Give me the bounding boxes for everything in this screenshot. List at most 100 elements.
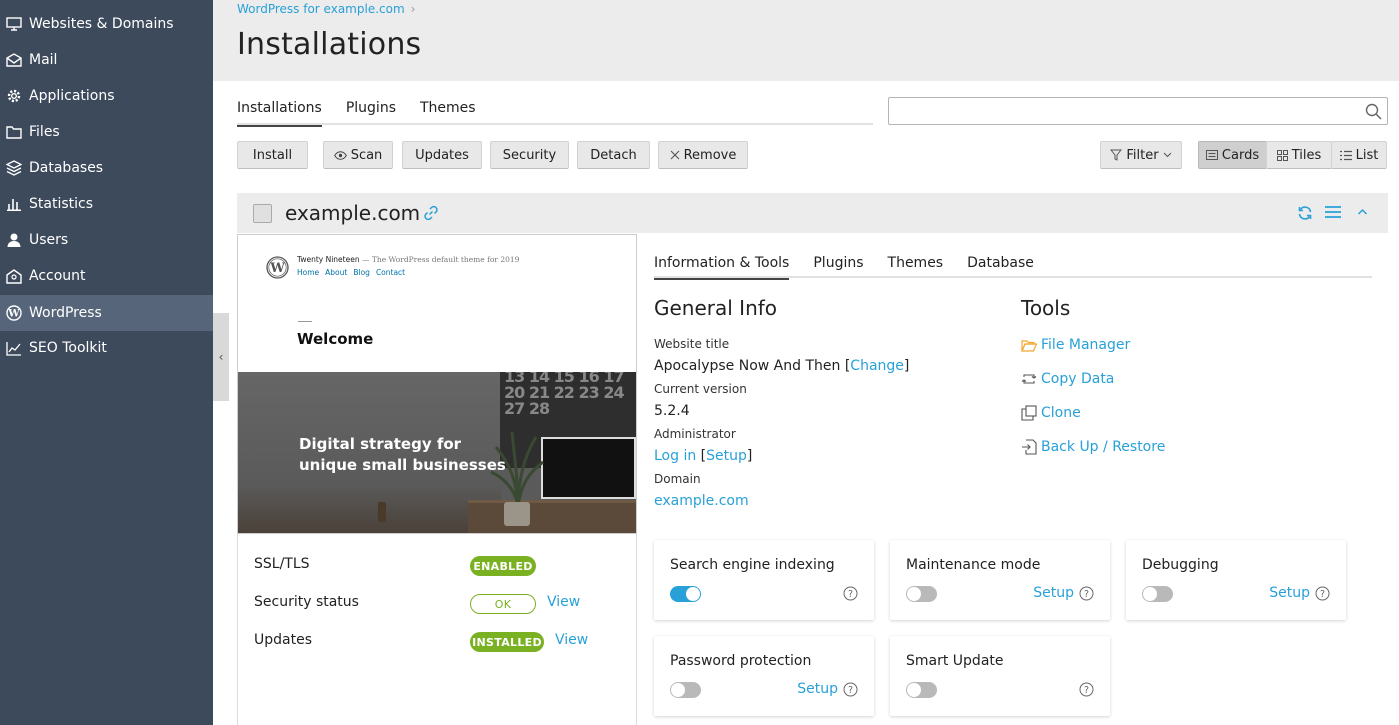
tile-smart-update: Smart Update ? xyxy=(890,636,1110,716)
tab-installations[interactable]: Installations xyxy=(237,97,322,127)
sidebar-item-seo-toolkit[interactable]: SEO Toolkit xyxy=(0,330,213,366)
preview-nav-blog: Blog xyxy=(353,268,370,277)
main-tabs: Installations Plugins Themes xyxy=(237,97,873,127)
preview-welcome: Welcome xyxy=(297,330,374,348)
help-icon[interactable]: ? xyxy=(1079,682,1094,697)
list-icon xyxy=(1339,150,1352,161)
sidebar-item-mail[interactable]: Mail xyxy=(0,42,213,78)
svg-text:?: ? xyxy=(1084,685,1089,696)
tab-card-themes[interactable]: Themes xyxy=(888,250,944,278)
sidebar-item-applications[interactable]: Applications xyxy=(0,78,213,114)
help-icon[interactable]: ? xyxy=(843,682,858,697)
sidebar-item-files[interactable]: Files xyxy=(0,114,213,150)
svg-text:W: W xyxy=(7,309,20,320)
search-icon[interactable] xyxy=(1365,103,1382,120)
help-icon[interactable]: ? xyxy=(1315,586,1330,601)
tile-title: Smart Update xyxy=(906,653,1004,669)
tile-title: Password protection xyxy=(670,653,812,669)
help-icon[interactable]: ? xyxy=(843,586,858,601)
sidebar-item-label: Mail xyxy=(29,52,58,68)
debugging-setup-link[interactable]: Setup xyxy=(1269,585,1310,601)
copy-data-icon xyxy=(1021,372,1037,386)
tab-card-plugins[interactable]: Plugins xyxy=(813,250,863,278)
website-title-text: Apocalypse Now And Then xyxy=(654,358,841,374)
detach-button[interactable]: Detach xyxy=(577,141,650,169)
sidebar-item-databases[interactable]: Databases xyxy=(0,150,213,186)
site-preview-thumbnail[interactable]: W Twenty Nineteen — The WordPress defaul… xyxy=(237,234,637,534)
updates-view-link[interactable]: View xyxy=(555,632,588,648)
administrator-label: Administrator xyxy=(654,427,736,441)
sidebar-item-account[interactable]: Account xyxy=(0,258,213,294)
updates-button[interactable]: Updates xyxy=(402,141,482,169)
tile-debugging: Debugging Setup ? xyxy=(1126,540,1346,620)
view-cards-button[interactable]: Cards xyxy=(1198,141,1267,169)
updates-label: Updates xyxy=(254,632,312,648)
install-button[interactable]: Install xyxy=(237,141,308,169)
backup-restore-link[interactable]: Back Up / Restore xyxy=(1021,439,1165,455)
site-status-panel: SSL/TLS ENABLED Security status OK View … xyxy=(237,534,637,725)
change-title-link[interactable]: Change xyxy=(850,358,904,374)
website-title-value: Apocalypse Now And Then [Change] xyxy=(654,358,909,374)
ssl-label: SSL/TLS xyxy=(254,556,310,572)
detach-button-label: Detach xyxy=(590,147,637,163)
copy-data-link[interactable]: Copy Data xyxy=(1021,371,1114,387)
refresh-icon[interactable] xyxy=(1297,205,1313,221)
tab-themes[interactable]: Themes xyxy=(420,97,476,125)
view-tiles-label: Tiles xyxy=(1291,147,1322,163)
card-select-checkbox[interactable] xyxy=(253,204,272,223)
file-manager-link[interactable]: File Manager xyxy=(1021,337,1130,353)
debugging-toggle[interactable] xyxy=(1142,586,1173,602)
updates-status-badge: INSTALLED xyxy=(470,632,544,652)
tab-information-tools[interactable]: Information & Tools xyxy=(654,250,790,280)
user-icon xyxy=(5,232,22,249)
remove-button[interactable]: Remove xyxy=(658,141,748,169)
preview-nav-home: Home xyxy=(297,268,320,277)
sidebar-collapse-button[interactable]: ‹ xyxy=(213,313,229,401)
search-input[interactable] xyxy=(889,98,1349,124)
sidebar-item-wordpress[interactable]: W WordPress xyxy=(0,295,213,331)
help-icon[interactable]: ? xyxy=(1079,586,1094,601)
view-list-button[interactable]: List xyxy=(1331,141,1387,169)
hamburger-menu-icon[interactable] xyxy=(1325,205,1341,219)
preview-theme-name: Twenty Nineteen xyxy=(297,255,360,264)
administrator-value: Log in [Setup] xyxy=(654,448,752,464)
general-info-title: General Info xyxy=(654,296,778,320)
password-setup-link[interactable]: Setup xyxy=(797,681,838,697)
scan-button[interactable]: Scan xyxy=(323,141,393,169)
link-icon[interactable] xyxy=(422,204,440,222)
card-header: example.com xyxy=(237,193,1388,233)
smart-update-toggle[interactable] xyxy=(906,682,937,698)
card-domain-title: example.com xyxy=(285,201,421,225)
search-indexing-toggle[interactable] xyxy=(670,586,701,602)
clone-icon xyxy=(1021,405,1037,421)
install-button-label: Install xyxy=(252,147,293,163)
sidebar-item-users[interactable]: Users xyxy=(0,222,213,258)
login-link[interactable]: Log in xyxy=(654,448,696,464)
tile-search-engine-indexing: Search engine indexing ? xyxy=(654,540,874,620)
sidebar-item-label: Account xyxy=(29,268,86,284)
maintenance-setup-link[interactable]: Setup xyxy=(1033,585,1074,601)
security-view-link[interactable]: View xyxy=(547,594,580,610)
info-tabs: Information & Tools Plugins Themes Datab… xyxy=(654,250,1372,280)
chevron-up-icon[interactable] xyxy=(1357,205,1368,219)
sidebar-item-statistics[interactable]: Statistics xyxy=(0,186,213,222)
updates-button-label: Updates xyxy=(415,147,469,163)
maintenance-mode-toggle[interactable] xyxy=(906,586,937,602)
domain-label: Domain xyxy=(654,472,701,486)
preview-theme-tagline: — The WordPress default theme for 2019 xyxy=(361,255,520,264)
sidebar-item-websites-domains[interactable]: Websites & Domains xyxy=(0,6,213,42)
clone-link[interactable]: Clone xyxy=(1021,405,1081,421)
tab-plugins[interactable]: Plugins xyxy=(346,97,396,125)
security-button[interactable]: Security xyxy=(490,141,569,169)
svg-text:?: ? xyxy=(848,685,853,696)
breadcrumb-link-wordpress[interactable]: WordPress for example.com xyxy=(237,2,405,16)
backup-restore-label: Back Up / Restore xyxy=(1041,439,1166,455)
password-protection-toggle[interactable] xyxy=(670,682,701,698)
filter-button[interactable]: Filter xyxy=(1100,141,1182,169)
tab-card-database[interactable]: Database xyxy=(967,250,1034,278)
view-tiles-button[interactable]: Tiles xyxy=(1266,141,1332,169)
domain-link[interactable]: example.com xyxy=(654,493,749,509)
admin-setup-link[interactable]: Setup xyxy=(706,448,747,464)
sidebar-item-label: Statistics xyxy=(29,196,93,212)
security-status-label: Security status xyxy=(254,594,359,610)
